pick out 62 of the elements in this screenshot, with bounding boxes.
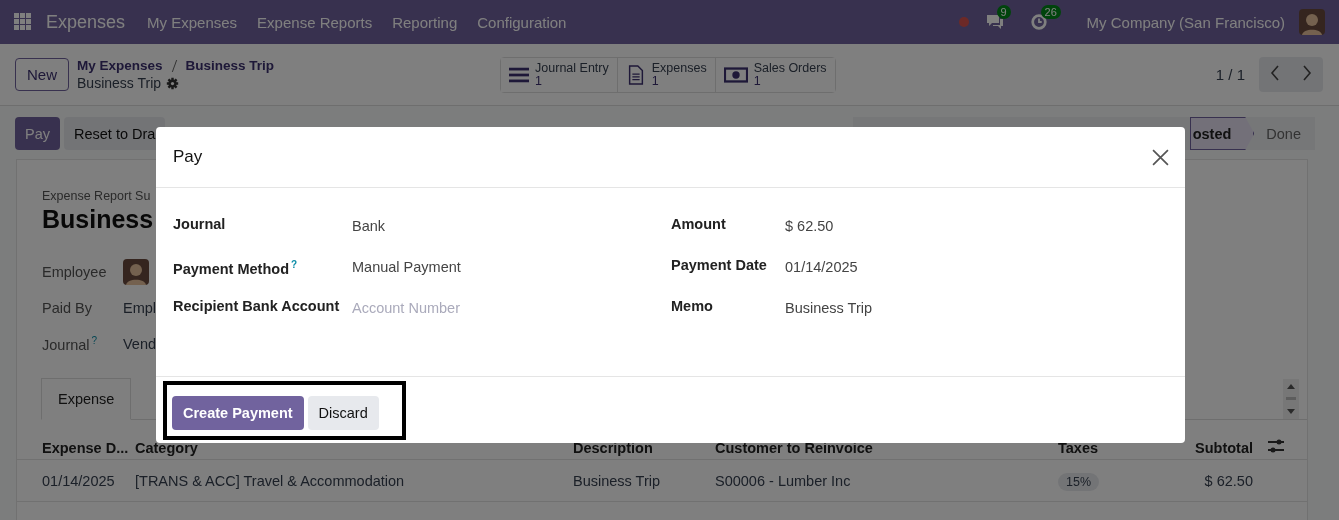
action-button[interactable]: Reset to Dra <box>64 117 166 150</box>
tax-tag: 15% <box>1058 472 1100 491</box>
field-label: Journal <box>173 215 227 234</box>
field-label: Employee <box>42 264 108 280</box>
table-cell-text: S00006 - Lumber Inc <box>715 472 852 489</box>
field-value[interactable]: $ 62.50 <box>785 213 834 254</box>
column-header[interactable]: Expense D... <box>17 440 135 456</box>
column-header[interactable]: Customer to Reinvoice <box>715 440 1058 456</box>
user-avatar[interactable] <box>1299 9 1325 35</box>
table-cell-text: [TRANS & ACC] Travel & Accommodation <box>135 472 406 489</box>
dialog-button[interactable]: Discard <box>307 396 379 430</box>
chevron-left-icon <box>1270 65 1280 81</box>
form-subtitle: Expense Report Su <box>42 189 151 203</box>
menu-item[interactable]: Reporting <box>392 13 458 31</box>
notebook-tab[interactable]: Expense <box>41 378 132 420</box>
field-label: Paid By <box>42 300 93 316</box>
field-label: Payment Method$^{?}$ <box>173 258 299 279</box>
field-label: Amount <box>671 215 727 234</box>
smart-button[interactable]: Journal Entry 1 <box>501 57 618 92</box>
column-header[interactable]: Subtotal <box>1157 440 1267 456</box>
message-count: 9 <box>996 5 1011 19</box>
record-name: Business Trip <box>77 75 162 91</box>
column-header[interactable]: Category <box>135 440 573 456</box>
scroll-arrows-icon[interactable] <box>1283 379 1299 419</box>
form-title: Business <box>42 205 154 234</box>
column-header[interactable]: Description <box>573 440 715 456</box>
field-value: Vend <box>123 336 157 352</box>
menu-item[interactable]: My Expenses <box>147 13 238 31</box>
dialog-button[interactable]: Create Payment <box>172 396 304 430</box>
sliders-icon[interactable] <box>1267 438 1285 454</box>
close-icon[interactable] <box>1152 148 1169 166</box>
banknote-icon <box>723 64 748 85</box>
status-stage[interactable]: osted <box>1189 117 1255 150</box>
field-label: Memo <box>671 297 714 316</box>
breadcrumb-link[interactable]: Business Trip <box>185 58 275 73</box>
field-value[interactable]: 01/14/2025 <box>785 254 858 295</box>
field-value[interactable]: Bank <box>352 213 386 254</box>
company-switcher[interactable]: My Company (San Francisco) <box>1086 13 1285 31</box>
action-button[interactable]: Pay <box>15 117 60 150</box>
column-header[interactable]: Taxes <box>1058 440 1157 456</box>
apps-menu-icon[interactable] <box>14 13 32 31</box>
breadcrumb-link[interactable]: My Expenses <box>77 58 163 73</box>
field-value[interactable]: Manual Payment <box>352 254 461 295</box>
menu-item[interactable]: Expense Reports <box>257 13 373 31</box>
field-value[interactable]: Business Trip <box>785 295 873 336</box>
field-label: Journal$^{?}$ <box>42 335 99 353</box>
dialog-title: Pay <box>173 147 204 167</box>
status-dot-icon <box>958 17 969 27</box>
table-cell-text: Business Trip <box>573 472 662 489</box>
table-cell-text: 01/14/2025 <box>41 472 116 489</box>
activity-count: 26 <box>1040 5 1061 19</box>
chevron-right-icon <box>1302 65 1312 81</box>
gear-icon[interactable] <box>166 76 180 90</box>
field-label: Payment Date <box>671 256 768 275</box>
menu-item[interactable]: Configuration <box>477 13 567 31</box>
employee-avatar[interactable] <box>123 259 149 285</box>
table-cell-text: $ 62.50 <box>1203 472 1254 489</box>
app-name[interactable]: Expenses <box>46 11 126 33</box>
new-button[interactable]: New <box>15 58 69 91</box>
status-stage[interactable]: Done <box>1254 117 1315 150</box>
pager-value: 1 / 1 <box>1215 66 1245 83</box>
field-label: Recipient Bank Account <box>173 297 341 316</box>
